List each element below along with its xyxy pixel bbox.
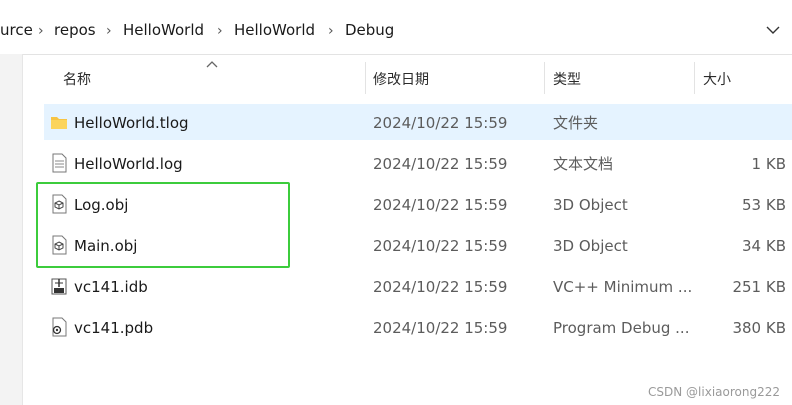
address-history-button[interactable] [762, 18, 784, 42]
file-date: 2024/10/22 15:59 [373, 114, 508, 132]
breadcrumb-separator-icon[interactable]: › [217, 21, 223, 41]
file-type: 3D Object [553, 237, 628, 255]
breadcrumb-separator-icon[interactable]: › [106, 21, 112, 41]
folder-icon [51, 117, 67, 129]
watermark: CSDN @lixiaorong222 [648, 385, 780, 399]
file-name[interactable]: HelloWorld.tlog [74, 113, 189, 133]
column-divider[interactable] [544, 62, 545, 94]
breadcrumb-separator-icon[interactable]: › [38, 21, 44, 41]
file-type: 3D Object [553, 196, 628, 214]
column-name-header[interactable]: 名称 [63, 71, 91, 89]
file-date: 2024/10/22 15:59 [373, 319, 508, 337]
pdb-file-icon [52, 317, 67, 337]
breadcrumb-item-repos[interactable]: repos [54, 20, 96, 40]
file-type: Program Debug ... [553, 319, 690, 337]
file-date: 2024/10/22 15:59 [373, 196, 508, 214]
column-divider[interactable] [365, 62, 366, 94]
breadcrumb-item-debug[interactable]: Debug [345, 20, 394, 40]
file-date: 2024/10/22 15:59 [373, 237, 508, 255]
breadcrumb-item-helloworld[interactable]: HelloWorld [123, 20, 204, 40]
text-file-icon [52, 153, 67, 173]
file-date: 2024/10/22 15:59 [373, 155, 508, 173]
file-row[interactable]: HelloWorld.log 2024/10/22 15:59 文本文档 1 K… [44, 145, 792, 181]
file-name[interactable]: vc141.idb [74, 277, 148, 297]
breadcrumb-item-helloworld-2[interactable]: HelloWorld [234, 20, 315, 40]
file-size: 1 KB [751, 155, 786, 173]
column-header: 名称 修改日期 类型 大小 [22, 54, 792, 100]
file-name[interactable]: HelloWorld.log [74, 154, 183, 174]
column-divider[interactable] [694, 62, 695, 94]
highlight-annotation [36, 182, 290, 268]
chevron-down-icon [766, 26, 780, 34]
file-name[interactable]: vc141.pdb [74, 318, 153, 338]
file-row[interactable]: HelloWorld.tlog 2024/10/22 15:59 文件夹 [44, 104, 792, 140]
file-type: VC++ Minimum ... [553, 278, 693, 296]
column-size-header[interactable]: 大小 [703, 71, 731, 89]
file-row[interactable]: vc141.idb 2024/10/22 15:59 VC++ Minimum … [44, 268, 792, 304]
navigation-pane[interactable] [0, 54, 23, 405]
column-type-header[interactable]: 类型 [553, 71, 581, 89]
file-date: 2024/10/22 15:59 [373, 278, 508, 296]
breadcrumb-separator-icon[interactable]: › [328, 21, 334, 41]
file-size: 34 KB [742, 237, 786, 255]
column-date-header[interactable]: 修改日期 [373, 71, 429, 89]
sort-ascending-icon [206, 61, 218, 68]
file-size: 380 KB [732, 319, 786, 337]
idb-file-icon [51, 278, 67, 295]
file-size: 53 KB [742, 196, 786, 214]
file-row[interactable]: vc141.pdb 2024/10/22 15:59 Program Debug… [44, 309, 792, 345]
file-size: 251 KB [732, 278, 786, 296]
breadcrumb-item-source[interactable]: urce [0, 20, 33, 40]
address-bar[interactable]: urce › repos › HelloWorld › HelloWorld ›… [0, 0, 792, 55]
file-type: 文件夹 [553, 114, 599, 132]
file-type: 文本文档 [553, 155, 614, 173]
